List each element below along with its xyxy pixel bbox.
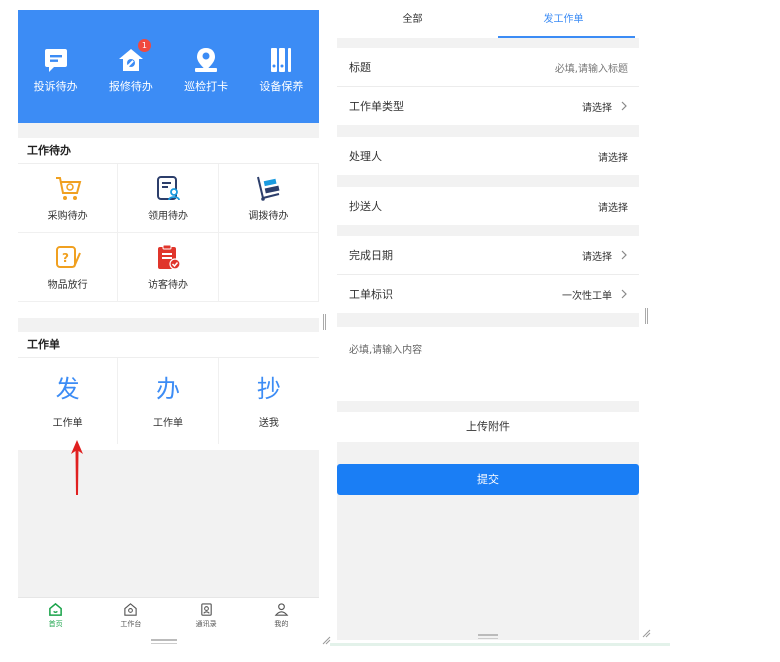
cc-row[interactable]: 抄送人 请选择 xyxy=(337,187,639,225)
flag-value: 一次性工单 xyxy=(562,290,612,302)
tab-contacts[interactable]: 通讯录 xyxy=(176,602,236,629)
resize-grip-icon[interactable] xyxy=(641,628,651,638)
chevron-right-icon xyxy=(621,101,627,111)
home-indicator xyxy=(151,639,177,641)
header-item-patrol[interactable]: 巡检打卡 xyxy=(171,45,241,94)
todo-item-receive[interactable]: 领用待办 xyxy=(118,164,219,233)
chevron-right-icon xyxy=(621,250,627,260)
tab-workbench[interactable]: 工作台 xyxy=(101,602,161,629)
tab-label: 通讯录 xyxy=(195,620,217,628)
chat-icon xyxy=(41,45,71,75)
header-item-maintenance[interactable]: 设备保养 xyxy=(246,45,316,94)
due-date-row[interactable]: 完成日期 请选择 xyxy=(337,236,639,274)
todo-item-transfer[interactable]: 调拨待办 xyxy=(218,164,319,233)
tab-send-workorder[interactable]: 发工作单 xyxy=(488,2,639,38)
svg-text:?: ? xyxy=(62,251,69,265)
type-select[interactable]: 请选择 xyxy=(582,99,628,114)
upload-attachment-button[interactable]: 上传附件 xyxy=(337,412,639,442)
header-item-label: 设备保养 xyxy=(259,80,304,93)
cc-label: 抄送人 xyxy=(349,200,382,213)
workorder-section-title: 工作单 xyxy=(18,332,319,358)
contacts-icon xyxy=(200,603,212,616)
pane-resize-handle[interactable] xyxy=(645,308,648,324)
content-textarea[interactable]: 必填,请输入内容 xyxy=(337,327,639,401)
type-row[interactable]: 工作单类型 请选择 xyxy=(337,87,639,125)
todo-item-label: 采购待办 xyxy=(47,211,88,222)
tab-label: 我的 xyxy=(274,620,289,628)
repair-icon: 1 xyxy=(116,39,151,75)
pane-resize-handle[interactable] xyxy=(323,314,326,330)
due-date-label: 完成日期 xyxy=(349,249,393,262)
tab-home[interactable]: 首页 xyxy=(26,602,86,629)
handler-row[interactable]: 处理人 请选择 xyxy=(337,137,639,175)
todo-item-label: 领用待办 xyxy=(147,211,188,222)
shopping-cart-icon xyxy=(55,177,81,200)
user-icon xyxy=(274,603,289,616)
workorder-char: 办 xyxy=(155,374,180,403)
bottom-strip xyxy=(330,643,670,646)
tab-all[interactable]: 全部 xyxy=(337,2,488,38)
chevron-right-icon xyxy=(621,289,627,299)
repair-badge: 1 xyxy=(137,39,151,52)
due-date-select[interactable]: 请选择 xyxy=(582,248,628,263)
create-workorder-screen: 全部 发工作单 标题 必填,请输入标题 工作单类型 请选择 处理人 请选择 抄送… xyxy=(337,2,639,640)
workorder-handle[interactable]: 办 工作单 xyxy=(118,358,219,444)
due-date-value: 请选择 xyxy=(582,251,612,263)
tab-mine[interactable]: 我的 xyxy=(251,602,311,629)
receive-form-icon xyxy=(156,176,180,201)
todo-item-empty xyxy=(218,233,319,302)
title-label: 标题 xyxy=(349,61,371,74)
handler-label: 处理人 xyxy=(349,150,382,163)
workorder-label: 工作单 xyxy=(152,417,183,429)
transfer-cart-icon xyxy=(257,176,280,201)
header-item-label: 报修待办 xyxy=(108,80,153,93)
workorder-label: 工作单 xyxy=(52,417,83,429)
title-row[interactable]: 标题 必填,请输入标题 xyxy=(337,48,639,86)
todo-item-purchase[interactable]: 采购待办 xyxy=(18,164,119,233)
workorder-section: 工作单 发 工作单 办 工作单 抄 送我 xyxy=(18,332,319,450)
todo-item-label: 调拨待办 xyxy=(248,211,289,222)
handler-select[interactable]: 请选择 xyxy=(598,149,628,164)
todo-section: 工作待办 采购待办 领用待办 调拨待办 ? 物品放行 访客待办 xyxy=(18,138,319,318)
workorder-char: 抄 xyxy=(256,374,281,403)
flag-select[interactable]: 一次性工单 xyxy=(562,287,628,302)
item-release-icon: ? xyxy=(55,246,81,268)
workorder-label: 送我 xyxy=(258,417,279,429)
todo-item-release[interactable]: ? 物品放行 xyxy=(18,233,119,302)
flag-label: 工单标识 xyxy=(349,288,393,301)
submit-button[interactable]: 提交 xyxy=(337,464,639,495)
title-input[interactable]: 必填,请输入标题 xyxy=(555,60,628,75)
header-item-label: 投诉待办 xyxy=(33,80,78,93)
workorder-tabs: 全部 发工作单 xyxy=(337,2,639,38)
header-item-label: 巡检打卡 xyxy=(184,80,229,93)
type-value: 请选择 xyxy=(582,102,612,114)
header-item-complaint[interactable]: 投诉待办 xyxy=(21,45,91,94)
home-indicator xyxy=(478,638,498,639)
workorder-char: 发 xyxy=(55,374,80,403)
flag-row[interactable]: 工单标识 一次性工单 xyxy=(337,275,639,313)
tab-label: 工作台 xyxy=(120,620,142,628)
home-indicator xyxy=(478,634,498,636)
todo-section-title: 工作待办 xyxy=(18,138,319,164)
tab-label: 首页 xyxy=(48,620,63,628)
todo-item-label: 访客待办 xyxy=(147,280,188,291)
type-label: 工作单类型 xyxy=(349,100,404,113)
location-person-icon xyxy=(191,45,221,75)
cc-select[interactable]: 请选择 xyxy=(598,199,628,214)
home-indicator xyxy=(151,643,177,644)
todo-item-visitor[interactable]: 访客待办 xyxy=(118,233,219,302)
workbench-icon xyxy=(124,603,138,616)
bottom-tabbar: 首页 工作台 通讯录 我的 xyxy=(18,597,319,635)
workorder-cc[interactable]: 抄 送我 xyxy=(219,358,319,444)
workorder-send[interactable]: 发 工作单 xyxy=(18,358,119,444)
home-screen: 投诉待办 1 报修待办 巡检打卡 设备保养 工作待办 采购待办 领用待办 调拨待… xyxy=(18,10,319,635)
header-item-repair[interactable]: 1 报修待办 xyxy=(96,39,166,94)
device-icon xyxy=(266,45,296,75)
visitor-clipboard-icon xyxy=(157,244,181,270)
red-arrow-annotation xyxy=(71,440,83,495)
header-banner: 投诉待办 1 报修待办 巡检打卡 设备保养 xyxy=(18,10,319,123)
home-icon xyxy=(49,602,62,616)
todo-item-label: 物品放行 xyxy=(47,280,88,291)
